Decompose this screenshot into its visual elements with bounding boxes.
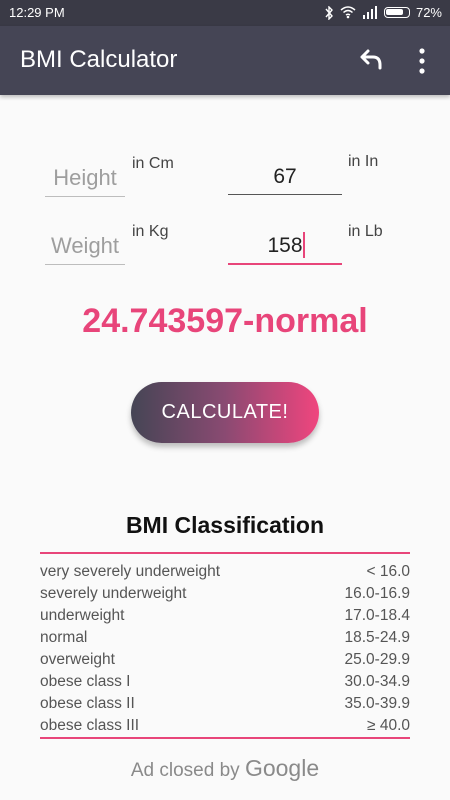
range: 35.0-39.9 bbox=[344, 695, 411, 712]
height-unit-in: in In bbox=[348, 153, 379, 170]
table-row: obese class I 30.0-34.9 bbox=[40, 671, 410, 693]
status-bar: 12:29 PM 72% bbox=[0, 0, 450, 26]
status-icons: 72% bbox=[324, 5, 442, 20]
signal-icon bbox=[362, 6, 377, 19]
height-label: Height bbox=[45, 160, 125, 197]
bluetooth-icon bbox=[325, 5, 333, 20]
classification-title: BMI Classification bbox=[125, 512, 325, 538]
status-time: 12:29 PM bbox=[9, 5, 65, 20]
more-vert-icon[interactable] bbox=[412, 46, 432, 76]
weight-unit-lb: in Lb bbox=[348, 223, 383, 240]
range: 16.0-16.9 bbox=[344, 585, 411, 602]
category: obese class II bbox=[40, 695, 135, 712]
ad-banner: Ad closed by Google bbox=[0, 755, 450, 782]
range: ≥ 40.0 bbox=[367, 717, 410, 734]
category: overweight bbox=[40, 651, 115, 668]
google-logo: Google bbox=[244, 755, 320, 781]
table-row: severely underweight 16.0-16.9 bbox=[40, 583, 410, 605]
category: underweight bbox=[40, 607, 125, 624]
battery-percent: 72% bbox=[415, 5, 442, 20]
table-row: obese class II 35.0-39.9 bbox=[40, 693, 410, 715]
undo-icon[interactable] bbox=[356, 47, 384, 75]
wifi-icon bbox=[340, 6, 356, 19]
calculate-button[interactable]: CALCULATE! bbox=[131, 382, 319, 443]
range: 30.0-34.9 bbox=[344, 673, 411, 690]
app-bar: BMI Calculator bbox=[0, 26, 450, 95]
category: obese class III bbox=[40, 717, 140, 734]
weight-label: Weight bbox=[45, 228, 125, 265]
range: 25.0-29.9 bbox=[344, 651, 411, 668]
classification-table: very severely underweight < 16.0 severely… bbox=[40, 561, 410, 737]
divider-top bbox=[40, 552, 410, 554]
divider-bottom bbox=[40, 737, 410, 739]
weight-unit-kg: in Kg bbox=[132, 223, 169, 240]
text-caret bbox=[303, 232, 305, 258]
range: < 16.0 bbox=[366, 563, 410, 580]
table-row: underweight 17.0-18.4 bbox=[40, 605, 410, 627]
height-unit-cm: in Cm bbox=[132, 155, 174, 172]
ad-text: Ad closed by bbox=[130, 760, 245, 781]
category: normal bbox=[40, 629, 88, 646]
height-input[interactable] bbox=[228, 160, 342, 195]
table-row: normal 18.5-24.9 bbox=[40, 627, 410, 649]
category: very severely underweight bbox=[40, 563, 221, 580]
table-row: very severely underweight < 16.0 bbox=[40, 561, 410, 583]
battery-icon bbox=[383, 7, 410, 18]
app-title: BMI Calculator bbox=[20, 46, 178, 73]
weight-input[interactable] bbox=[228, 229, 342, 265]
category: obese class I bbox=[40, 673, 131, 690]
category: severely underweight bbox=[40, 585, 187, 602]
bmi-result: 24.743597-normal bbox=[82, 302, 368, 340]
table-row: obese class III ≥ 40.0 bbox=[40, 715, 410, 737]
range: 18.5-24.9 bbox=[344, 629, 411, 646]
table-row: overweight 25.0-29.9 bbox=[40, 649, 410, 671]
range: 17.0-18.4 bbox=[344, 607, 411, 624]
